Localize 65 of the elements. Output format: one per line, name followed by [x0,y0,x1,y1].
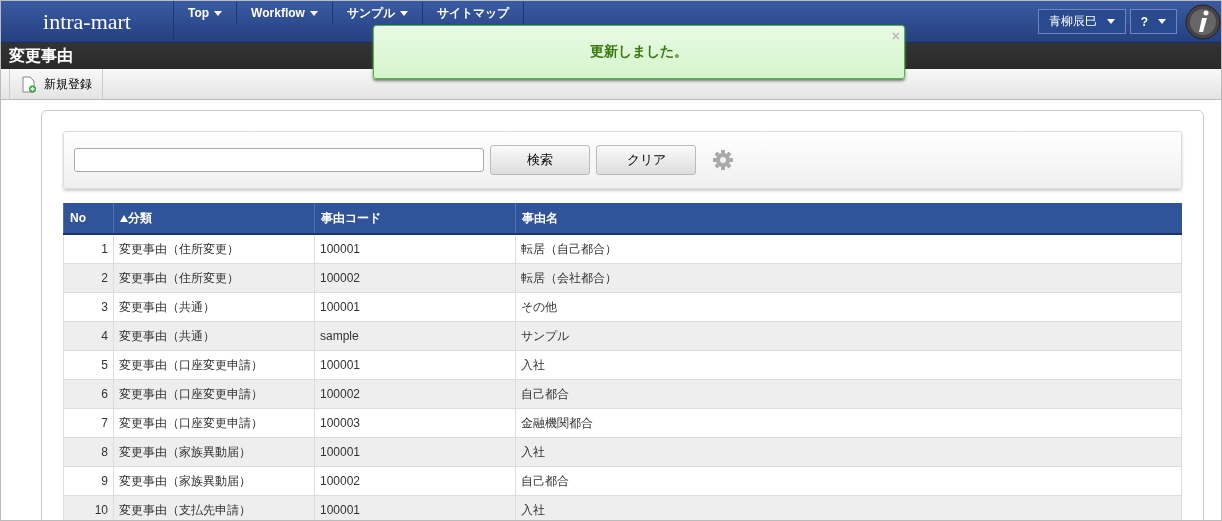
table-cell: sample [314,321,516,351]
nav-menu-item[interactable]: Workflow [237,2,333,24]
table-cell: 入社 [515,495,1182,520]
table-cell: サンプル [515,321,1182,351]
search-field[interactable] [74,148,484,172]
table-cell: 変更事由（支払先申請） [113,495,315,520]
table-cell: 変更事由（住所変更） [113,234,315,264]
table-cell: 2 [63,263,114,293]
column-header[interactable]: 事由名 [515,203,1182,234]
table-cell: 100001 [314,234,516,264]
settings-icon[interactable] [712,149,734,171]
caret-icon [214,10,223,16]
table-cell: 自己都合 [515,466,1182,496]
table-cell: 入社 [515,437,1182,467]
table-cell: 3 [63,292,114,322]
table-cell: 5 [63,350,114,380]
table-cell: 金融機関都合 [515,408,1182,438]
page-title: 変更事由 [9,45,73,66]
table-cell: 転居（自己都合） [515,234,1182,264]
logo[interactable]: intra-mart [1,1,174,42]
user-menu-button[interactable]: 青柳辰巳 [1037,9,1126,34]
table-cell: 100001 [314,350,516,380]
nav-menu-item[interactable]: サンプル [332,2,423,24]
table-cell: 自己都合 [515,379,1182,409]
search-button[interactable]: クリア [596,145,696,175]
table-cell: 100001 [314,495,516,520]
info-logo-icon[interactable] [1185,4,1221,40]
table-cell: 変更事由（家族異動届） [113,466,315,496]
caret-icon [1158,19,1166,24]
table-cell: 100002 [314,379,516,409]
table-cell: 100002 [314,466,516,496]
table-cell: 変更事由（口座変更申請） [113,408,315,438]
new-document-icon [22,75,36,93]
table-cell: 7 [63,408,114,438]
search-button[interactable]: 検索 [490,145,590,175]
table-cell: 100003 [314,408,516,438]
table-cell: 変更事由（共通） [113,292,315,322]
table-cell: 1 [63,234,114,264]
table-cell: 変更事由（口座変更申請） [113,379,315,409]
table-cell: 4 [63,321,114,351]
table-cell: 9 [63,466,114,496]
column-header[interactable]: No [63,203,114,234]
column-header[interactable]: 分類 [113,203,315,234]
table-cell: 8 [63,437,114,467]
nav-menu-item[interactable]: Top [174,2,238,24]
table-cell: 100002 [314,263,516,293]
table-cell: 変更事由（共通） [113,321,315,351]
column-header[interactable]: 事由コード [314,203,516,234]
caret-icon [309,10,318,16]
help-menu-button[interactable]: ? [1129,9,1177,34]
table-cell: 10 [63,495,114,520]
table-cell: 100001 [314,292,516,322]
table-cell: 6 [63,379,114,409]
table-cell: 100001 [314,437,516,467]
table-cell: 変更事由（口座変更申請） [113,350,315,380]
table-cell: 転居（会社都合） [515,263,1182,293]
table-cell: その他 [515,292,1182,322]
nav-menu-item[interactable]: サイトマップ [422,2,524,24]
table-cell: 変更事由（住所変更） [113,263,315,293]
table-cell: 入社 [515,350,1182,380]
new-register-button[interactable]: 新規登録 [9,69,103,99]
caret-icon [1106,19,1115,24]
caret-icon [399,10,408,16]
table-cell: 変更事由（家族異動届） [113,437,315,467]
notification-message: 更新しました。 [590,43,688,61]
